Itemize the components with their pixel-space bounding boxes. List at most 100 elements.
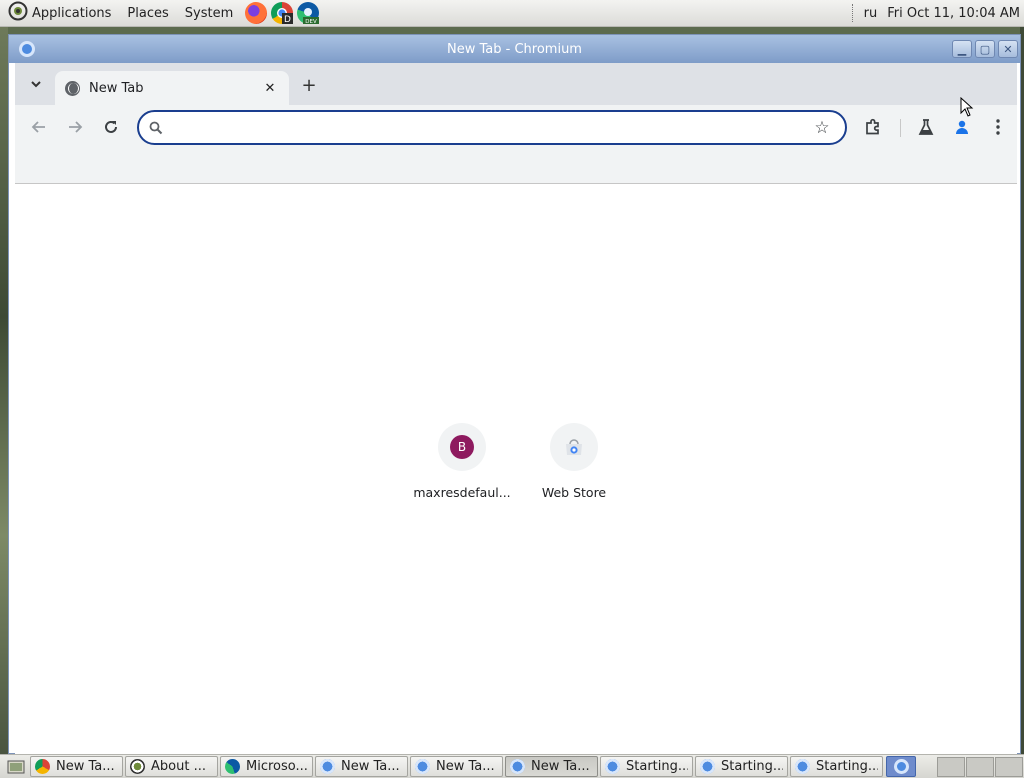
show-desktop-icon bbox=[7, 760, 25, 773]
bottom-taskbar: New Ta... About ... Microso... New Ta... New… bbox=[0, 754, 1024, 778]
new-tab-page: B maxresdefaul... Web Store bbox=[15, 185, 1017, 754]
extensions-button[interactable] bbox=[859, 113, 887, 141]
search-icon bbox=[141, 113, 171, 143]
shortcut-title: Web Store bbox=[541, 485, 607, 500]
taskbar-window-label: New Ta... bbox=[341, 759, 400, 774]
workspace-2[interactable] bbox=[966, 756, 994, 777]
edge-icon bbox=[225, 759, 240, 774]
show-desktop-button[interactable] bbox=[2, 757, 30, 777]
toolbar: ☆ bbox=[15, 105, 1017, 149]
profile-button[interactable] bbox=[948, 113, 976, 141]
gnome-foot-icon bbox=[8, 1, 28, 25]
forward-button[interactable] bbox=[61, 113, 89, 141]
taskbar-window-label: Starting... bbox=[816, 759, 878, 774]
places-menu-label: Places bbox=[127, 5, 169, 21]
maximize-icon: ▢ bbox=[979, 42, 991, 56]
close-icon: ✕ bbox=[1003, 42, 1013, 56]
tab-new-tab[interactable]: New Tab ✕ bbox=[55, 71, 289, 105]
globe-icon bbox=[65, 80, 80, 96]
taskbar-window-label: Starting... bbox=[721, 759, 783, 774]
bookmark-star-icon[interactable]: ☆ bbox=[807, 113, 837, 143]
firefox-icon[interactable] bbox=[245, 2, 268, 24]
chromium-icon bbox=[320, 759, 335, 774]
taskbar-window-button[interactable]: New Ta... bbox=[505, 756, 598, 777]
toolbar-bottom-area bbox=[15, 149, 1017, 184]
taskbar-window-button[interactable]: Starting... bbox=[790, 756, 883, 777]
system-menu-label: System bbox=[184, 5, 234, 21]
maximize-button[interactable]: ▢ bbox=[975, 40, 995, 58]
clock[interactable]: Fri Oct 11, 10:04 AM bbox=[887, 6, 1020, 21]
edge-dev-icon[interactable]: DEV bbox=[297, 2, 320, 24]
close-window-button[interactable]: ✕ bbox=[998, 40, 1018, 58]
arrow-right-icon bbox=[69, 121, 83, 133]
workspace-3[interactable] bbox=[995, 756, 1023, 777]
gnome-about-icon bbox=[130, 759, 145, 774]
taskbar-spacer bbox=[916, 757, 937, 777]
taskbar-window-button[interactable]: Microso... bbox=[220, 756, 313, 777]
tab-title: New Tab bbox=[89, 80, 144, 96]
window-titlebar[interactable]: New Tab - Chromium ▁ ▢ ✕ bbox=[9, 35, 1020, 63]
chromium-icon bbox=[510, 759, 525, 774]
taskbar-window-label: About ... bbox=[151, 759, 206, 774]
reload-button[interactable] bbox=[97, 113, 125, 141]
window-list: New Ta... About ... Microso... New Ta... New… bbox=[30, 756, 885, 777]
tab-search-button[interactable] bbox=[25, 73, 47, 95]
window-title: New Tab - Chromium bbox=[447, 41, 582, 57]
taskbar-window-label: New Ta... bbox=[56, 759, 115, 774]
chromium-icon bbox=[605, 759, 620, 774]
browser-chrome: New Tab ✕ + ☆ bbox=[15, 63, 1017, 184]
applications-menu[interactable]: Applications bbox=[0, 0, 119, 26]
taskbar-window-button[interactable]: Starting... bbox=[600, 756, 693, 777]
svg-text:D: D bbox=[284, 15, 291, 24]
task-chromium-icon-only[interactable] bbox=[886, 756, 916, 777]
taskbar-window-button[interactable]: New Ta... bbox=[315, 756, 408, 777]
svg-text:DEV: DEV bbox=[306, 19, 318, 24]
profile-icon bbox=[956, 120, 968, 134]
shortcut-title: maxresdefaul... bbox=[413, 485, 511, 500]
address-input[interactable] bbox=[171, 113, 807, 142]
system-menu[interactable]: System bbox=[177, 0, 241, 26]
shortcut-tile[interactable]: Web Store bbox=[518, 423, 630, 500]
panel-separator bbox=[851, 4, 854, 22]
reload-icon bbox=[105, 120, 117, 133]
taskbar-window-label: Starting... bbox=[626, 759, 688, 774]
puzzle-icon bbox=[866, 118, 879, 135]
back-button[interactable] bbox=[25, 113, 53, 141]
taskbar-window-label: New Ta... bbox=[436, 759, 495, 774]
taskbar-window-button[interactable]: Starting... bbox=[695, 756, 788, 777]
flask-icon bbox=[918, 119, 934, 135]
taskbar-window-button[interactable]: New Ta... bbox=[410, 756, 503, 777]
arrow-left-icon bbox=[31, 121, 45, 133]
chromium-icon bbox=[893, 759, 909, 774]
shortcut-tile[interactable]: B maxresdefaul... bbox=[406, 423, 518, 500]
kebab-menu-icon bbox=[996, 119, 1000, 135]
toolbar-separator bbox=[900, 119, 901, 137]
taskbar-window-label: Microso... bbox=[246, 759, 308, 774]
chromium-icon bbox=[795, 759, 810, 774]
taskbar-window-label: New Ta... bbox=[531, 759, 590, 774]
chrome-icon[interactable]: D bbox=[271, 2, 294, 24]
chrome-icon bbox=[35, 759, 50, 774]
top-panel: Applications Places System D DEV ru Fri … bbox=[0, 0, 1024, 27]
new-tab-button[interactable]: + bbox=[297, 73, 321, 97]
browser-window: New Tab - Chromium ▁ ▢ ✕ New Tab ✕ + ☆ B… bbox=[8, 34, 1021, 754]
desktop-background bbox=[0, 26, 8, 754]
letter-avatar-icon: B bbox=[450, 435, 474, 459]
close-tab-button[interactable]: ✕ bbox=[261, 79, 279, 97]
mouse-cursor-icon bbox=[960, 97, 974, 117]
places-menu[interactable]: Places bbox=[119, 0, 176, 26]
chevron-down-icon bbox=[31, 81, 41, 88]
tab-strip: New Tab ✕ + bbox=[15, 63, 1017, 105]
chromium-window-icon[interactable] bbox=[19, 41, 35, 57]
chrome-labs-button[interactable] bbox=[912, 113, 940, 141]
omnibox[interactable]: ☆ bbox=[137, 110, 847, 145]
applications-menu-label: Applications bbox=[32, 5, 112, 21]
taskbar-window-button[interactable]: About ... bbox=[125, 756, 218, 777]
keyboard-layout-indicator[interactable]: ru bbox=[864, 6, 878, 21]
taskbar-window-button[interactable]: New Ta... bbox=[30, 756, 123, 777]
chromium-icon bbox=[700, 759, 715, 774]
minimize-button[interactable]: ▁ bbox=[952, 40, 972, 58]
chromium-icon bbox=[415, 759, 430, 774]
workspace-1[interactable] bbox=[937, 756, 965, 777]
menu-button[interactable] bbox=[984, 113, 1012, 141]
